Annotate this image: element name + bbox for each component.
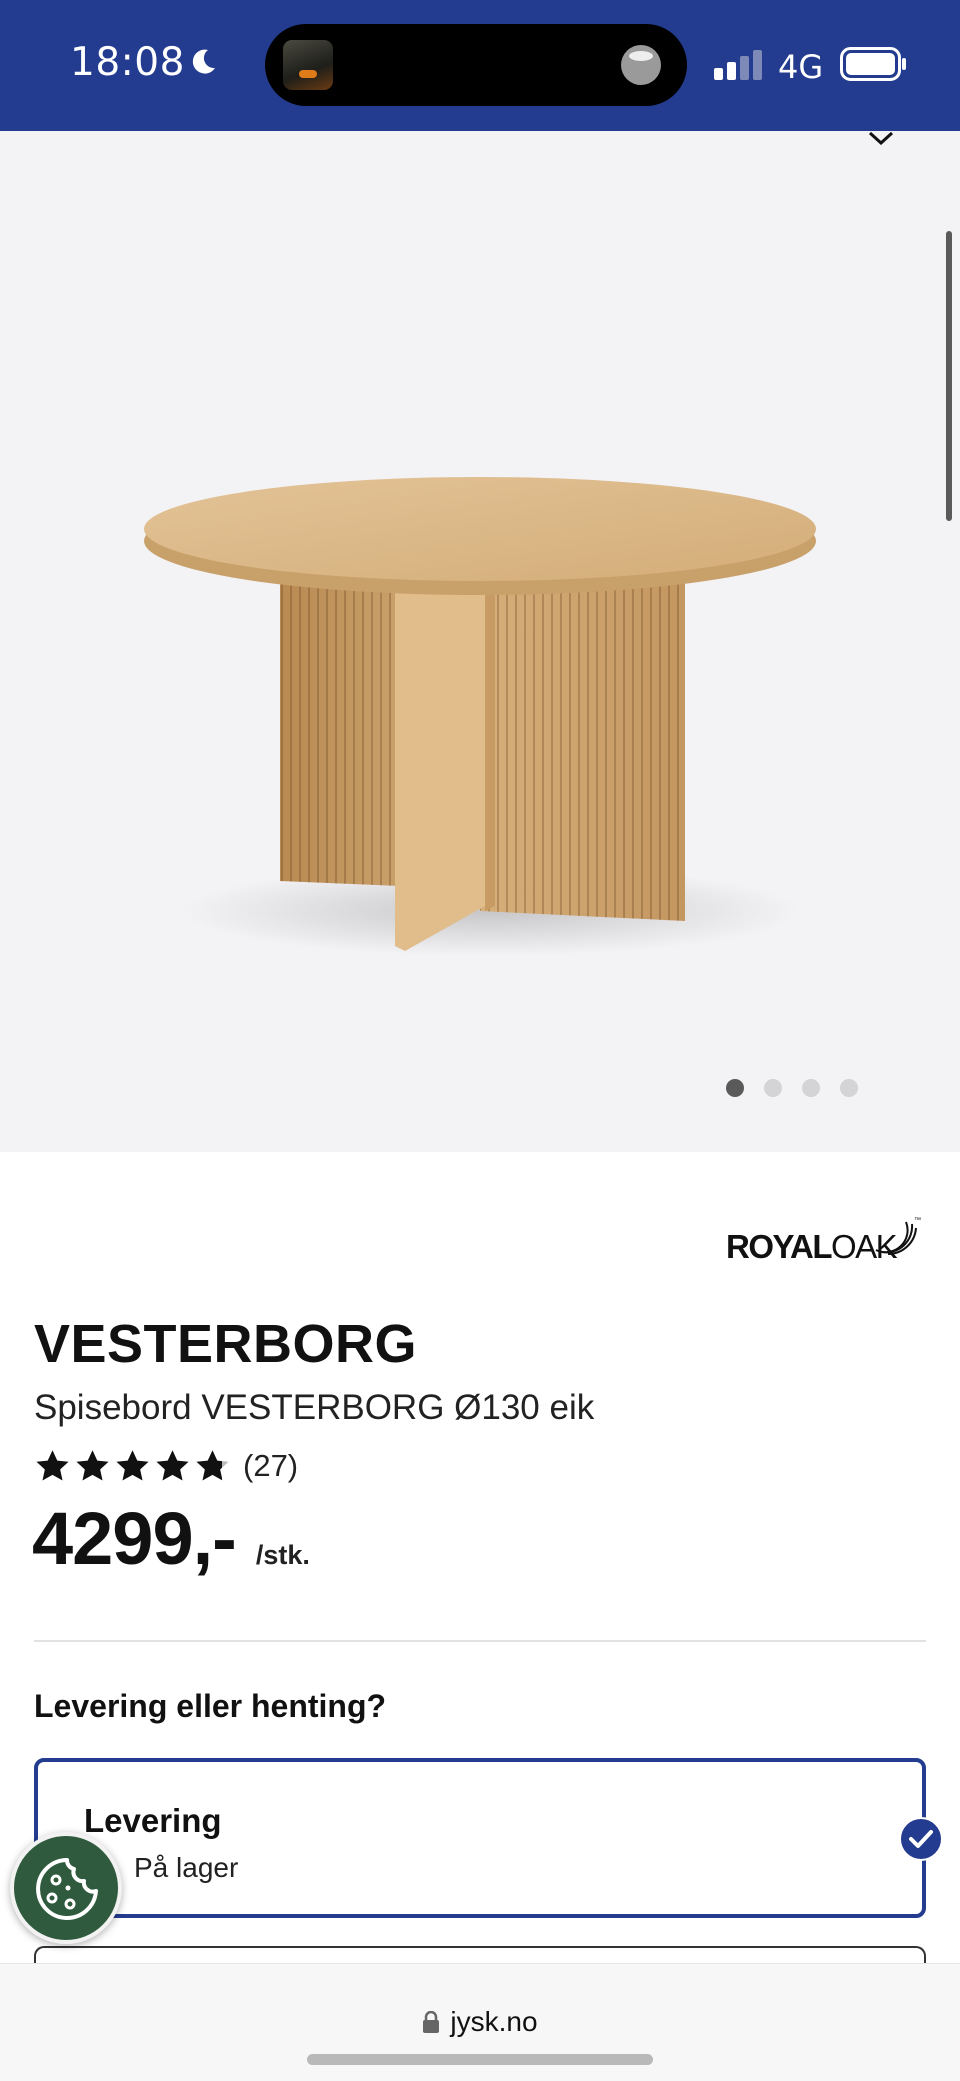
dynamic-island — [265, 24, 687, 106]
network-type: 4G — [778, 48, 824, 86]
price: 4299,- — [32, 1497, 237, 1580]
cookie-settings-button[interactable] — [10, 1832, 122, 1944]
price-block: 4299,- /stk. — [32, 1496, 310, 1581]
carousel-dot[interactable] — [726, 1079, 744, 1097]
status-time: 18:08 — [70, 40, 185, 85]
option-title: Levering — [84, 1802, 222, 1839]
status-bar: 18:08 4G — [0, 0, 960, 131]
scrollbar[interactable] — [946, 231, 952, 521]
battery-icon — [840, 47, 906, 81]
divider — [34, 1640, 926, 1642]
product-rating[interactable]: (27) — [34, 1448, 298, 1484]
product-image[interactable] — [130, 321, 840, 981]
stock-status: På lager — [134, 1852, 239, 1883]
moon-icon — [192, 49, 215, 74]
product-gallery[interactable] — [0, 131, 960, 1152]
carousel-dot[interactable] — [840, 1079, 858, 1097]
star-rating — [34, 1448, 231, 1484]
star-icon — [116, 1450, 149, 1481]
delivery-option-levering[interactable]: Levering På lager — [34, 1758, 943, 1918]
signal-icon — [714, 50, 762, 80]
check-circle-icon — [899, 1817, 943, 1861]
carousel-dot[interactable] — [764, 1079, 782, 1097]
now-playing-thumbnail — [283, 40, 333, 90]
svg-text:™: ™ — [914, 1217, 921, 1224]
address-bar[interactable]: jysk.no — [0, 2006, 960, 2038]
lock-icon — [423, 2011, 440, 2033]
partial-star-icon — [196, 1450, 229, 1481]
chevron-down-icon[interactable] — [868, 131, 894, 145]
cookie-icon — [36, 1858, 98, 1920]
carousel-dots[interactable] — [726, 1079, 858, 1097]
browser-toolbar[interactable]: jysk.no — [0, 1963, 960, 2081]
island-activity-icon — [621, 45, 661, 85]
product-description: Spisebord VESTERBORG Ø130 eik — [34, 1388, 595, 1427]
svg-text:ROYALOAK: ROYALOAK — [726, 1228, 898, 1265]
star-icon — [36, 1450, 69, 1481]
brand-logo[interactable]: ROYALOAK ™ — [726, 1210, 926, 1270]
star-icon — [76, 1450, 109, 1481]
carousel-dot[interactable] — [802, 1079, 820, 1097]
url-text[interactable]: jysk.no — [450, 2006, 537, 2038]
product-name: VESTERBORG — [34, 1314, 418, 1374]
review-count[interactable]: (27) — [243, 1448, 298, 1484]
home-indicator[interactable] — [307, 2054, 653, 2065]
delivery-heading: Levering eller henting? — [34, 1688, 387, 1724]
price-unit: /stk. — [255, 1540, 310, 1570]
star-icon — [156, 1450, 189, 1481]
